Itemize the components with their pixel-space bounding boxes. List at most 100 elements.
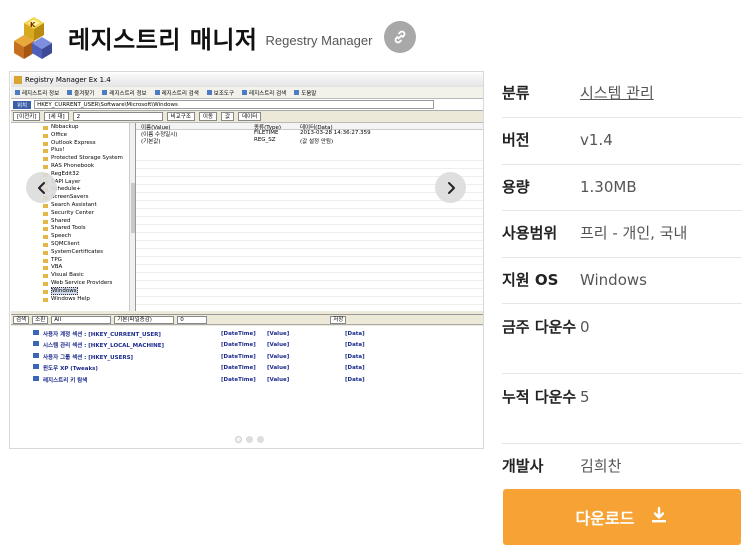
favorite-row: 시스템 관리 섹션 : [HKEY_LOCAL_MACHINE] [DateTi… <box>11 340 483 352</box>
screenshot-panes: Nbbackup Office Outlook Express Plus! Pr… <box>11 123 483 311</box>
info-row-size: 용량 1.30MB <box>502 165 742 211</box>
page-subtitle: Regestry Manager <box>265 32 373 48</box>
screenshot-path-value: HKEY_CURRENT_USER\Software\Microsoft\Win… <box>34 100 435 109</box>
tree-item: RAS Phonebook <box>11 163 135 171</box>
search-tag: 소핀 <box>32 315 49 324</box>
screenshot-menu-item: 보조도구 <box>206 89 234 97</box>
screenshot-tool-item: 이동 <box>198 112 218 121</box>
info-row-weekly-downloads: 금주 다운수 0 <box>502 304 742 374</box>
search-tag: 기본(파일증감) <box>114 315 175 324</box>
info-label: 분류 <box>502 84 530 102</box>
info-row-total-downloads: 누적 다운수 5 <box>502 374 742 444</box>
screenshot-tool-item: 2 <box>72 112 163 121</box>
tree-item: Windows Help <box>11 296 135 304</box>
share-link-button[interactable] <box>384 21 417 53</box>
favorite-row: 사용자 그룹 섹션 : [HKEY_USERS] [DateTime] [Val… <box>11 351 483 363</box>
tree-item: Speech <box>11 233 135 241</box>
info-value: 김희찬 <box>580 457 622 475</box>
app-screenshot: Registry Manager Ex 1.4 레지스트리 정보 즐겨찾기 레지… <box>11 73 483 439</box>
screenshot-menu-item: 도움말 <box>294 89 316 97</box>
carousel-dot[interactable] <box>246 436 253 443</box>
info-label: 사용범위 <box>502 224 558 242</box>
tree-item: Nbbackup <box>11 124 135 132</box>
info-label: 금주 다운수 <box>502 318 577 336</box>
tree-item: TPG <box>11 257 135 265</box>
tree-item: Shared Tools <box>11 225 135 233</box>
tree-scrollbar <box>129 123 135 311</box>
search-tag: 0 <box>177 315 208 324</box>
search-tag: 검색 <box>13 315 30 324</box>
favorite-row: 레지스트리 키 탐색 [DateTime] [Value] [Data] <box>11 374 483 386</box>
info-label: 개발사 <box>502 457 544 475</box>
carousel-dot[interactable] <box>257 436 264 443</box>
svg-text:K: K <box>30 21 36 29</box>
screenshot-values: 이름(Value) 종류(Type) 데이터(Data) (이름 수정일시) F… <box>136 123 483 311</box>
tree-item: Plus! <box>11 147 135 155</box>
screenshot-favorites: 사용자 계정 섹션 : [HKEY_CURRENT_USER] [DateTim… <box>11 326 483 439</box>
favorite-row: 사용자 계정 섹션 : [HKEY_CURRENT_USER] [DateTim… <box>11 328 483 340</box>
info-value: 5 <box>580 388 590 406</box>
screenshot-carousel: Registry Manager Ex 1.4 레지스트리 정보 즐겨찾기 레지… <box>9 71 484 449</box>
screenshot-tool-item: 값 <box>221 112 235 121</box>
link-icon <box>395 30 406 44</box>
carousel-prev-button[interactable] <box>26 172 57 203</box>
tree-item: VBA <box>11 264 135 272</box>
info-value: 프리 - 개인, 국내 <box>580 224 688 242</box>
tree-item: Outlook Express <box>11 140 135 148</box>
values-row: (기본값) REG_SZ (값 설정 안됨) <box>141 137 334 145</box>
info-row-license: 사용범위 프리 - 개인, 국내 <box>502 211 742 258</box>
screenshot-toolbar: [이전키] [세 대] 2 비교구조 이동 값 데이터 <box>11 111 483 123</box>
search-tag: 저장 <box>330 315 347 324</box>
screenshot-window-title: Registry Manager Ex 1.4 <box>11 73 483 87</box>
tree-item: Security Center <box>11 210 135 218</box>
info-row-os: 지원 OS Windows <box>502 258 742 304</box>
info-label: 누적 다운수 <box>502 388 577 406</box>
screenshot-menu-item: 즐겨찾기 <box>67 89 94 97</box>
tree-item: Office <box>11 132 135 140</box>
screenshot-tree: Nbbackup Office Outlook Express Plus! Pr… <box>11 123 136 311</box>
tree-item: Search Assistant <box>11 202 135 210</box>
search-tag: All <box>51 315 112 324</box>
screenshot-path-label: 위치 <box>13 100 32 109</box>
tree-item: Protected Storage System <box>11 155 135 163</box>
values-header: 이름(Value) 종류(Type) 데이터(Data) <box>136 123 483 131</box>
screenshot-tool-item: [이전키] <box>13 112 41 121</box>
info-label: 버전 <box>502 131 530 149</box>
tree-item: SQMClient <box>11 241 135 249</box>
info-label: 지원 OS <box>502 271 559 289</box>
screenshot-menu-item: 레지스트리 검색 <box>154 89 199 97</box>
info-label: 용량 <box>502 178 530 196</box>
info-value: 1.30MB <box>580 178 637 196</box>
carousel-dot[interactable] <box>235 436 242 443</box>
chevron-left-icon <box>37 181 45 194</box>
info-value: Windows <box>580 271 647 289</box>
screenshot-tool-item: 비교구조 <box>166 112 195 121</box>
screenshot-searchbar: 검색 소핀 All 기본(파일증감) 0 저장 <box>11 314 483 325</box>
download-icon <box>650 506 668 528</box>
carousel-dots <box>235 436 264 443</box>
tree-item: Visual Basic <box>11 272 135 280</box>
tree-item-selected: Windows <box>11 286 135 296</box>
values-col-type: 종류(Type) <box>254 125 282 131</box>
favorite-row: 윈도우 XP (Tweaks) [DateTime] [Value] [Data… <box>11 363 483 375</box>
screenshot-menu-item: 레지스트리 검색 <box>242 89 286 97</box>
tree-item: SystemCertificates <box>11 249 135 257</box>
category-link[interactable]: 시스템 관리 <box>580 81 742 106</box>
download-button[interactable]: 다운로드 <box>503 489 741 545</box>
chevron-right-icon <box>447 181 455 194</box>
info-row-version: 버전 v1.4 <box>502 118 742 165</box>
values-grid <box>136 153 483 311</box>
info-row-category: 분류 시스템 관리 <box>502 71 742 118</box>
values-col-name: 이름(Value) <box>141 125 171 131</box>
carousel-next-button[interactable] <box>435 172 466 203</box>
tree-item: Shared <box>11 218 135 226</box>
info-row-developer: 개발사 김희찬 <box>502 444 742 488</box>
screenshot-pathbar: 위치 HKEY_CURRENT_USER\Software\Microsoft\… <box>11 99 483 111</box>
info-value: 0 <box>580 318 590 336</box>
app-logo-icon: K <box>10 13 58 61</box>
screenshot-menu-item: 레지스트리 정보 <box>102 89 147 97</box>
info-value: v1.4 <box>580 131 613 149</box>
screenshot-tool-item: 데이터 <box>238 112 262 121</box>
values-col-data: 데이터(Data) <box>300 125 333 131</box>
download-label: 다운로드 <box>575 509 635 528</box>
